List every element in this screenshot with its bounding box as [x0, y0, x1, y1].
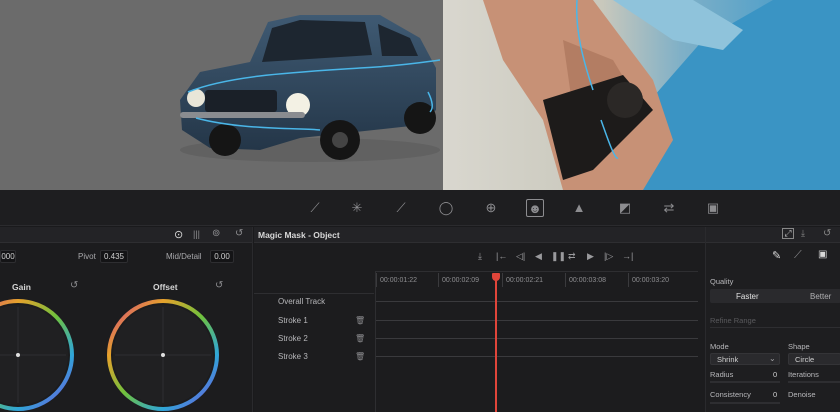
pivot-value[interactable]: 0.435	[100, 250, 128, 263]
primaries-panel: ⊙ ||| ⊚ ↺ 000 Pivot 0.435 Mid/Detail 0.0…	[0, 227, 253, 412]
track-forward-frame-icon[interactable]: →|	[622, 251, 633, 261]
denoise-label: Denoise	[788, 390, 816, 399]
track-back-frame-icon[interactable]: |←	[496, 251, 507, 261]
trash-icon[interactable]: 🗑	[355, 316, 365, 325]
reset-icon[interactable]: ↺	[823, 228, 831, 239]
track-overall[interactable]: Overall Track	[278, 297, 325, 306]
mode-value: Shrink	[717, 355, 739, 364]
ruler	[376, 271, 698, 272]
export-icon[interactable]: ⤓	[801, 228, 805, 239]
viewer-source[interactable]	[0, 0, 443, 190]
window-icon[interactable]: ◯	[437, 199, 455, 217]
iterations-slider[interactable]	[788, 381, 840, 383]
offset-wheel[interactable]	[107, 299, 219, 411]
timecode-1: 00:00:01:22	[380, 277, 417, 284]
wheels-mode-icon[interactable]: ⊙	[174, 228, 183, 241]
track-line-stroke-2	[376, 338, 698, 339]
car-image	[180, 15, 441, 162]
track-stroke-1[interactable]: Stroke 1	[278, 316, 308, 325]
tick	[628, 273, 629, 287]
chevron-down-icon: ⌄	[769, 354, 776, 363]
key-icon[interactable]: ◩	[616, 199, 634, 217]
play-reverse-icon[interactable]: ◀	[535, 251, 542, 262]
track-stroke-2[interactable]: Stroke 2	[278, 334, 308, 343]
playhead-line[interactable]	[495, 279, 497, 412]
timecode-4: 00:00:03:08	[569, 277, 606, 284]
overlay-icon[interactable]: ▣	[818, 249, 827, 260]
magic-mask-panel: Magic Mask - Object ⤓ |← ◁| ◀ ❚❚ ⇄ ▶ |▷ …	[254, 227, 705, 412]
timecode-2: 00:00:02:09	[442, 277, 479, 284]
play-forward-icon[interactable]: ▶	[587, 251, 594, 262]
pivot-label: Pivot	[78, 252, 96, 261]
trash-icon[interactable]: 🗑	[355, 334, 365, 343]
reset-icon[interactable]: ↺	[235, 228, 243, 239]
bidirectional-track-icon[interactable]: ⇄	[568, 251, 576, 262]
gain-wheel[interactable]	[0, 299, 74, 411]
offset-reset-icon[interactable]: ↺	[215, 280, 223, 291]
consistency-value[interactable]: 0	[773, 390, 777, 399]
shape-value: Circle	[795, 355, 815, 364]
track-line-overall	[376, 301, 698, 302]
quality-faster-button[interactable]: Faster	[736, 292, 759, 301]
track-line-stroke-1	[376, 320, 698, 321]
magic-mask-title: Magic Mask - Object	[258, 230, 340, 240]
middetail-value[interactable]: 0.00	[210, 250, 234, 263]
middetail-label: Mid/Detail	[166, 252, 202, 261]
radius-value[interactable]: 0	[773, 370, 777, 379]
track-stroke-3[interactable]: Stroke 3	[278, 352, 308, 361]
primaries-header: ⊙ ||| ⊚ ↺	[0, 227, 252, 243]
settings-header: ⤢ ⤓ ↺	[706, 227, 840, 243]
tick	[565, 273, 566, 287]
quality-label: Quality	[710, 277, 734, 286]
track-line-stroke-3	[376, 356, 698, 357]
wrist-watch-image	[483, 0, 840, 190]
color-wheels	[0, 299, 219, 411]
curves-icon[interactable]: ⟋	[306, 199, 324, 217]
tick	[502, 273, 503, 287]
contrast-value[interactable]: 000	[0, 250, 16, 263]
quality-better-button[interactable]: Better	[810, 292, 831, 301]
add-stroke-icon[interactable]: ✎	[772, 249, 781, 262]
pause-icon[interactable]: ❚❚	[551, 251, 566, 262]
viewer-output[interactable]	[443, 0, 840, 190]
gain-label: Gain	[12, 282, 31, 292]
mask-view-icon[interactable]: ⤢	[782, 228, 794, 239]
gain-reset-icon[interactable]: ↺	[70, 280, 78, 291]
tick	[376, 273, 377, 287]
consistency-slider[interactable]	[710, 402, 780, 404]
tick	[438, 273, 439, 287]
consistency-label: Consistency	[710, 390, 751, 399]
bars-mode-icon[interactable]: |||	[193, 229, 200, 239]
mask-settings-panel: ⤢ ⤓ ↺ ✎ ⟋ ▣ Quality Faster Better Refine…	[705, 227, 840, 412]
blur-icon[interactable]: ▲	[570, 199, 588, 217]
warper-icon[interactable]: ✳	[348, 199, 366, 217]
divider	[710, 327, 840, 328]
shape-label: Shape	[788, 342, 810, 351]
refine-range-label: Refine Range	[710, 316, 756, 325]
mode-label: Mode	[710, 342, 729, 351]
tracker-icon[interactable]: ⊕	[482, 199, 500, 217]
offset-label: Offset	[153, 282, 178, 292]
track-reverse-icon[interactable]: ⤓	[478, 251, 482, 262]
radius-slider[interactable]	[710, 381, 780, 383]
divider	[254, 293, 374, 294]
mode-dropdown[interactable]: Shrink ⌄	[710, 353, 780, 365]
shape-dropdown[interactable]: Circle	[788, 353, 840, 365]
magic-mask-icon[interactable]: ☻	[526, 199, 544, 217]
3d-icon[interactable]: ▣	[704, 199, 722, 217]
qualifier-picker-icon[interactable]: ⟋	[392, 199, 410, 217]
sizing-icon[interactable]: ⇄	[660, 199, 678, 217]
log-mode-icon[interactable]: ⊚	[212, 228, 220, 239]
track-divider	[375, 271, 376, 412]
palette-toolbar: ⟋ ✳ ⟋ ◯ ⊕ ☻ ▲ ◩ ⇄ ▣	[0, 190, 840, 226]
magic-mask-header: Magic Mask - Object	[254, 227, 705, 243]
iterations-label: Iterations	[788, 370, 819, 379]
radius-label: Radius	[710, 370, 734, 379]
subtract-stroke-icon[interactable]: ⟋	[794, 249, 802, 262]
step-forward-icon[interactable]: |▷	[604, 251, 613, 262]
step-back-icon[interactable]: ◁|	[516, 251, 525, 262]
trash-icon[interactable]: 🗑	[355, 352, 365, 361]
timecode-3: 00:00:02:21	[506, 277, 543, 284]
timecode-5: 00:00:03:20	[632, 277, 669, 284]
